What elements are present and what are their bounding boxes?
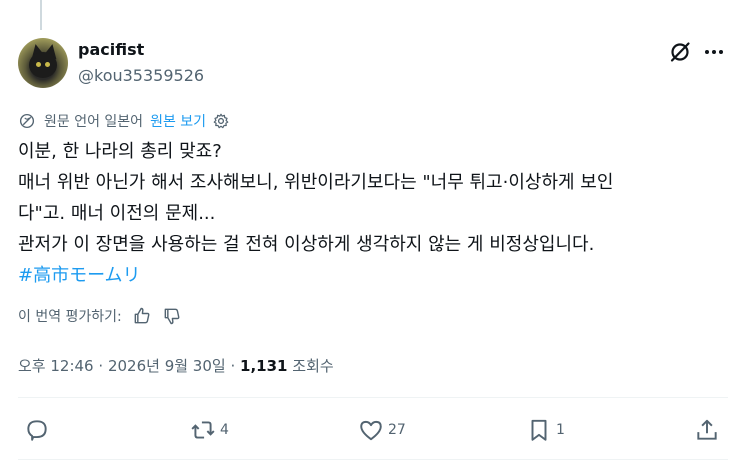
retweet-count: 4 xyxy=(220,422,229,438)
translate-globe-icon xyxy=(18,112,36,130)
like-count: 27 xyxy=(388,422,406,438)
tweet-date[interactable]: 2026년 9월 30일 xyxy=(108,357,226,375)
cat-eye-left xyxy=(36,62,41,67)
meta-separator: · xyxy=(230,357,236,375)
thumbs-up-icon[interactable] xyxy=(132,306,152,326)
cat-eye-right xyxy=(45,62,50,67)
share-icon xyxy=(694,417,720,443)
tweet-body: 이분, 한 나라의 총리 맞죠? 매너 위반 아닌가 해서 조사해보니, 위반이… xyxy=(18,136,730,291)
share-button[interactable] xyxy=(694,405,720,455)
hashtag-link[interactable]: #高市モームリ xyxy=(18,260,730,291)
divider xyxy=(18,459,728,460)
reply-icon xyxy=(24,417,50,443)
reply-button[interactable] xyxy=(24,405,54,455)
show-original-link[interactable]: 원본 보기 xyxy=(150,111,206,131)
translation-notice: 원문 언어 일본어 원본 보기 xyxy=(18,110,230,132)
cat-head xyxy=(29,52,57,78)
bookmark-icon xyxy=(526,417,552,443)
thread-connector-line xyxy=(40,0,42,30)
grok-icon[interactable] xyxy=(668,40,692,64)
tweet-text-line: 매너 위반 아닌가 해서 조사해보니, 위반이라기보다는 "너무 튀고·이상하게… xyxy=(18,172,614,193)
bookmark-button[interactable]: 1 xyxy=(526,405,565,455)
heart-icon xyxy=(358,417,384,443)
tweet-text-line: 관저가 이 장면을 사용하는 걸 전혀 이상하게 생각하지 않는 게 비정상입니… xyxy=(18,234,595,255)
tweet-text-line: 다"고. 매너 이전의 문제... xyxy=(18,203,216,224)
views-count: 1,131 xyxy=(240,357,288,375)
tweet-metadata: 오후 12:46 · 2026년 9월 30일 · 1,131 조회수 xyxy=(18,355,334,376)
views-label: 조회수 xyxy=(292,357,334,375)
translation-source-label: 원문 언어 일본어 xyxy=(44,114,144,130)
tweet-text-line: 이분, 한 나라의 총리 맞죠? xyxy=(18,141,222,162)
tweet-time[interactable]: 오후 12:46 xyxy=(18,357,94,375)
gear-icon[interactable] xyxy=(212,112,230,130)
rate-translation: 이 번역 평가하기: xyxy=(18,305,182,327)
tweet-actions-bar: 4 27 1 xyxy=(18,405,728,455)
divider xyxy=(18,397,728,398)
bookmark-count: 1 xyxy=(556,422,565,438)
rate-translation-label: 이 번역 평가하기: xyxy=(18,309,122,325)
like-button[interactable]: 27 xyxy=(358,405,406,455)
retweet-button[interactable]: 4 xyxy=(190,405,229,455)
author-display-name[interactable]: pacifist xyxy=(78,40,144,59)
retweet-icon xyxy=(190,417,216,443)
author-handle[interactable]: @kou35359526 xyxy=(78,66,204,85)
meta-separator: · xyxy=(98,357,104,375)
thumbs-down-icon[interactable] xyxy=(162,306,182,326)
avatar[interactable] xyxy=(18,38,68,88)
more-dots-icon[interactable] xyxy=(702,40,726,64)
